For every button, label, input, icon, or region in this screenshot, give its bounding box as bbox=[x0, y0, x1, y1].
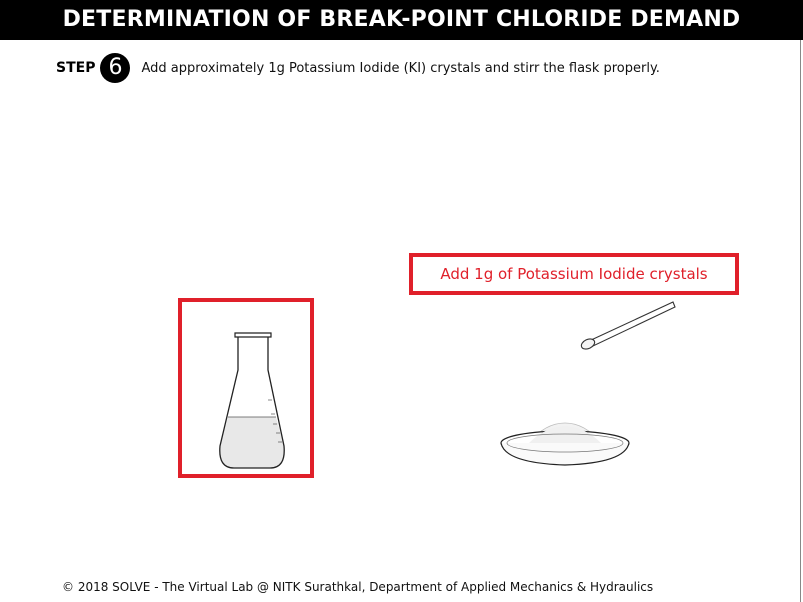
conical-flask-icon[interactable] bbox=[210, 328, 290, 473]
step-text: Add approximately 1g Potassium Iodide (K… bbox=[141, 60, 660, 76]
flask-target-frame[interactable] bbox=[178, 298, 314, 478]
step-instruction: STEP 6 Add approximately 1g Potassium Io… bbox=[56, 53, 660, 83]
petri-dish-icon bbox=[500, 422, 630, 466]
page-border bbox=[800, 40, 801, 602]
step-label: STEP bbox=[56, 60, 96, 76]
page-title: DETERMINATION OF BREAK-POINT CHLORIDE DE… bbox=[0, 0, 803, 40]
step-number-badge: 6 bbox=[100, 53, 131, 83]
add-ki-crystals-button[interactable]: Add 1g of Potassium Iodide crystals bbox=[409, 253, 739, 295]
spatula-icon[interactable] bbox=[575, 296, 680, 351]
copyright-footer: © 2018 SOLVE - The Virtual Lab @ NITK Su… bbox=[62, 580, 654, 594]
